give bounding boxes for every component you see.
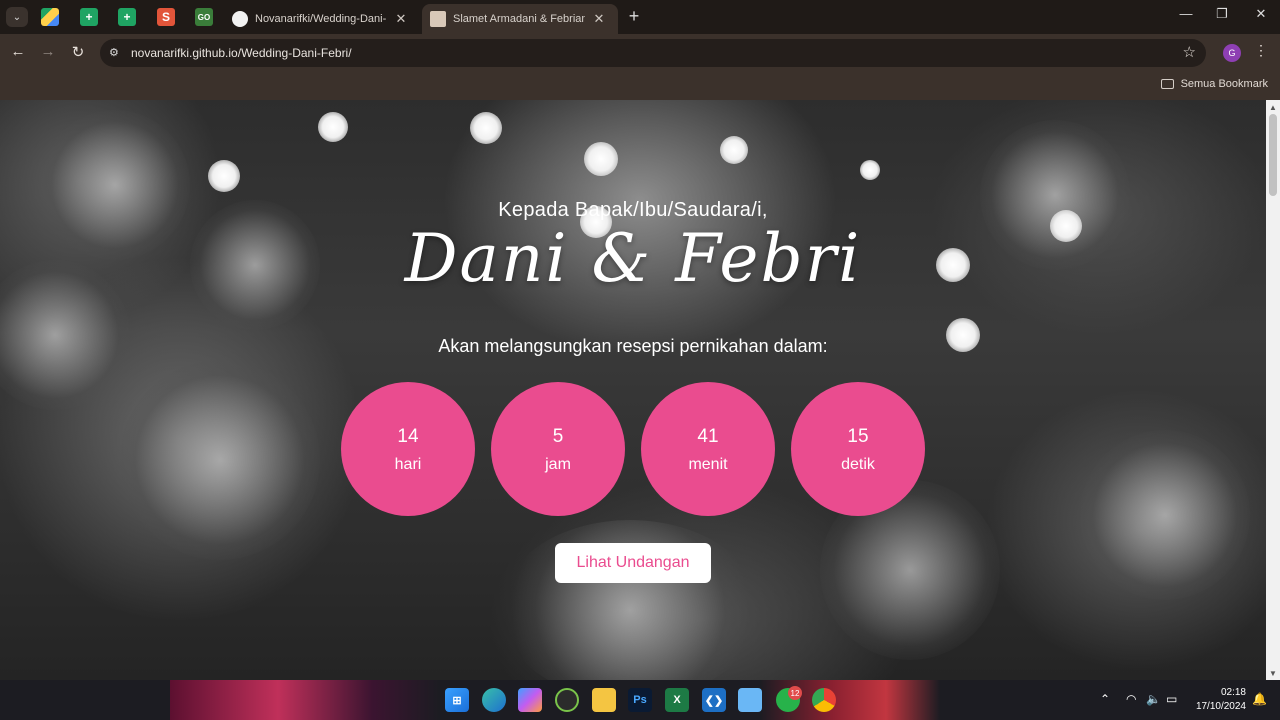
bokeh-light [208,160,240,192]
sheets-tab-icon-3[interactable]: GO [195,8,213,26]
vscode-icon[interactable]: ❮❯ [702,688,726,712]
minimize-icon[interactable]: — [1171,6,1201,21]
countdown-value: 41 [697,426,719,447]
clock-time: 02:18 [1220,687,1246,698]
bookmark-star-icon[interactable]: ☆ [1183,43,1196,61]
scroll-down-icon[interactable]: ▼ [1269,669,1277,678]
countdown-hours: 5 jam [491,382,625,516]
taskbar: ⊞ Ps X ❮❯ ⌃ ◠ 🔈 ▭ 02:18 17/10/2024 🔔 [0,680,1280,720]
photoshop-icon[interactable]: Ps [628,688,652,712]
bookmarks-label: Semua Bookmark [1180,78,1268,90]
scroll-up-icon[interactable]: ▲ [1269,103,1277,112]
open-invitation-button[interactable]: Lihat Undangan [555,543,711,583]
countdown-unit: jam [545,456,571,473]
announcement-text: Akan melangsungkan resepsi pernikahan da… [438,336,828,356]
countdown-value: 14 [397,426,419,447]
google-sheets-tab-icon[interactable]: + [80,8,98,26]
close-tab-icon[interactable]: ✕ [591,11,607,27]
url-text[interactable]: novanarifki.github.io/Wedding-Dani-Febri… [131,46,352,60]
greeting-text: Kepada Bapak/Ibu/Saudara/i, [498,199,768,221]
copilot-icon[interactable] [518,688,542,712]
tab-title: Novanarifki/Wedding-Dani-Feb [255,13,387,25]
chrome-icon[interactable] [812,688,836,712]
tab-strip: ⌄ + + S GO Novanarifki/Wedding-Dani-Feb … [0,0,1280,34]
countdown-unit: detik [841,456,875,473]
bokeh-light [318,112,348,142]
reload-icon[interactable]: ↻ [68,43,88,61]
forward-icon[interactable]: → [38,43,58,60]
bokeh-light [720,136,748,164]
back-icon[interactable]: ← [8,43,28,60]
tab-search-button[interactable]: ⌄ [6,7,28,27]
couple-names: Dani & Febri [404,220,862,297]
menu-icon[interactable]: ⋮ [1254,42,1268,59]
slides-tab-icon[interactable]: S [157,8,175,26]
tab-wedding[interactable]: Slamet Armadani & Febriana D ✕ [422,4,618,34]
volume-icon[interactable]: 🔈 [1146,692,1161,706]
page-icon [430,11,446,27]
site-info-icon[interactable]: ⚙ [109,46,123,60]
bokeh-light [860,160,880,180]
bokeh-light [584,142,618,176]
bookmarks-bar: Semua Bookmark [0,72,1280,100]
file-explorer-icon[interactable] [592,688,616,712]
google-sheets-tab-icon-2[interactable]: + [118,8,136,26]
wifi-icon[interactable]: ◠ [1126,692,1136,706]
all-bookmarks-button[interactable]: Semua Bookmark [1160,78,1268,90]
notepad-icon[interactable] [738,688,762,712]
system-clock[interactable]: 02:18 17/10/2024 [1190,686,1246,714]
new-tab-icon[interactable]: + [624,6,644,27]
tab-title: Slamet Armadani & Febriana D [453,13,585,25]
countdown-days: 14 hari [341,382,475,516]
countdown-unit: hari [394,456,422,473]
notification-bell-icon[interactable]: 🔔 [1252,692,1267,706]
address-bar[interactable]: ⚙ novanarifki.github.io/Wedding-Dani-Feb… [100,39,1206,67]
page-scrollbar[interactable]: ▲ ▼ [1266,100,1280,680]
whatsapp-badge: 12 [788,686,802,700]
battery-icon[interactable]: ▭ [1166,692,1177,706]
close-window-icon[interactable]: ✕ [1246,6,1276,22]
tab-github[interactable]: Novanarifki/Wedding-Dani-Feb ✕ [224,4,420,34]
countdown-unit: menit [688,456,728,473]
folder-icon [1160,79,1174,89]
app-icon[interactable] [555,688,579,712]
countdown-seconds: 15 detik [791,382,925,516]
google-drive-tab-icon[interactable] [41,8,59,26]
profile-avatar[interactable]: G [1223,44,1241,62]
countdown-value: 15 [847,426,869,447]
github-icon [232,11,248,27]
start-icon[interactable]: ⊞ [445,688,469,712]
edge-icon[interactable] [482,688,506,712]
clock-date: 17/10/2024 [1195,701,1246,712]
bokeh-light [470,112,502,144]
hero-section: Kepada Bapak/Ibu/Saudara/i, Dani & Febri… [0,100,1266,680]
countdown-minutes: 41 menit [641,382,775,516]
flower-decoration [1080,430,1250,600]
toolbar: ← → ↻ ⚙ novanarifki.github.io/Wedding-Da… [0,34,1280,72]
scroll-thumb[interactable] [1269,114,1277,196]
countdown-value: 5 [552,426,564,447]
close-tab-icon[interactable]: ✕ [393,11,409,27]
wallpaper-strip [170,680,440,720]
show-hidden-icons[interactable]: ⌃ [1100,692,1110,706]
excel-icon[interactable]: X [665,688,689,712]
flower-decoration [120,360,320,560]
maximize-icon[interactable]: ❐ [1207,6,1237,22]
